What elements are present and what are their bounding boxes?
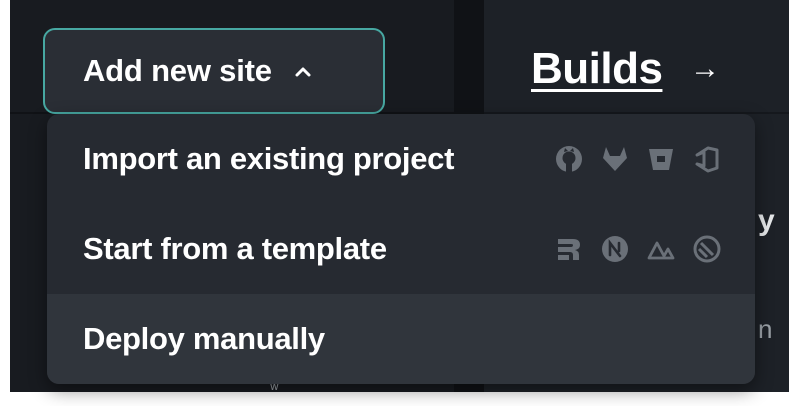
gitlab-icon [599,143,631,175]
menu-item-deploy-manually[interactable]: Deploy manually [47,294,755,384]
nuxt-icon [645,233,677,265]
remix-icon [553,233,585,265]
partial-text-right-1: y [758,204,775,237]
partial-text-right-2: n [758,314,773,344]
azure-devops-icon [691,143,723,175]
chevron-up-icon [294,65,312,77]
git-providers-icons [553,114,737,204]
add-new-site-label: Add new site [83,53,272,88]
gatsby-icon [691,233,723,265]
menu-item-label: Start from a template [83,231,387,266]
menu-item-import-project[interactable]: Import an existing project [47,114,755,204]
arrow-right-icon[interactable]: → [690,52,720,86]
menu-item-start-from-template[interactable]: Start from a template [47,204,755,294]
add-site-dropdown-menu: Import an existing project Start from a … [47,114,755,384]
nextjs-icon [599,233,631,265]
github-icon [553,143,585,175]
add-new-site-button[interactable]: Add new site [43,28,385,114]
menu-item-label: Deploy manually [83,321,325,356]
builds-link[interactable]: Builds [531,44,663,94]
template-frameworks-icons [553,204,737,294]
menu-item-label: Import an existing project [83,141,455,176]
bitbucket-icon [645,143,677,175]
